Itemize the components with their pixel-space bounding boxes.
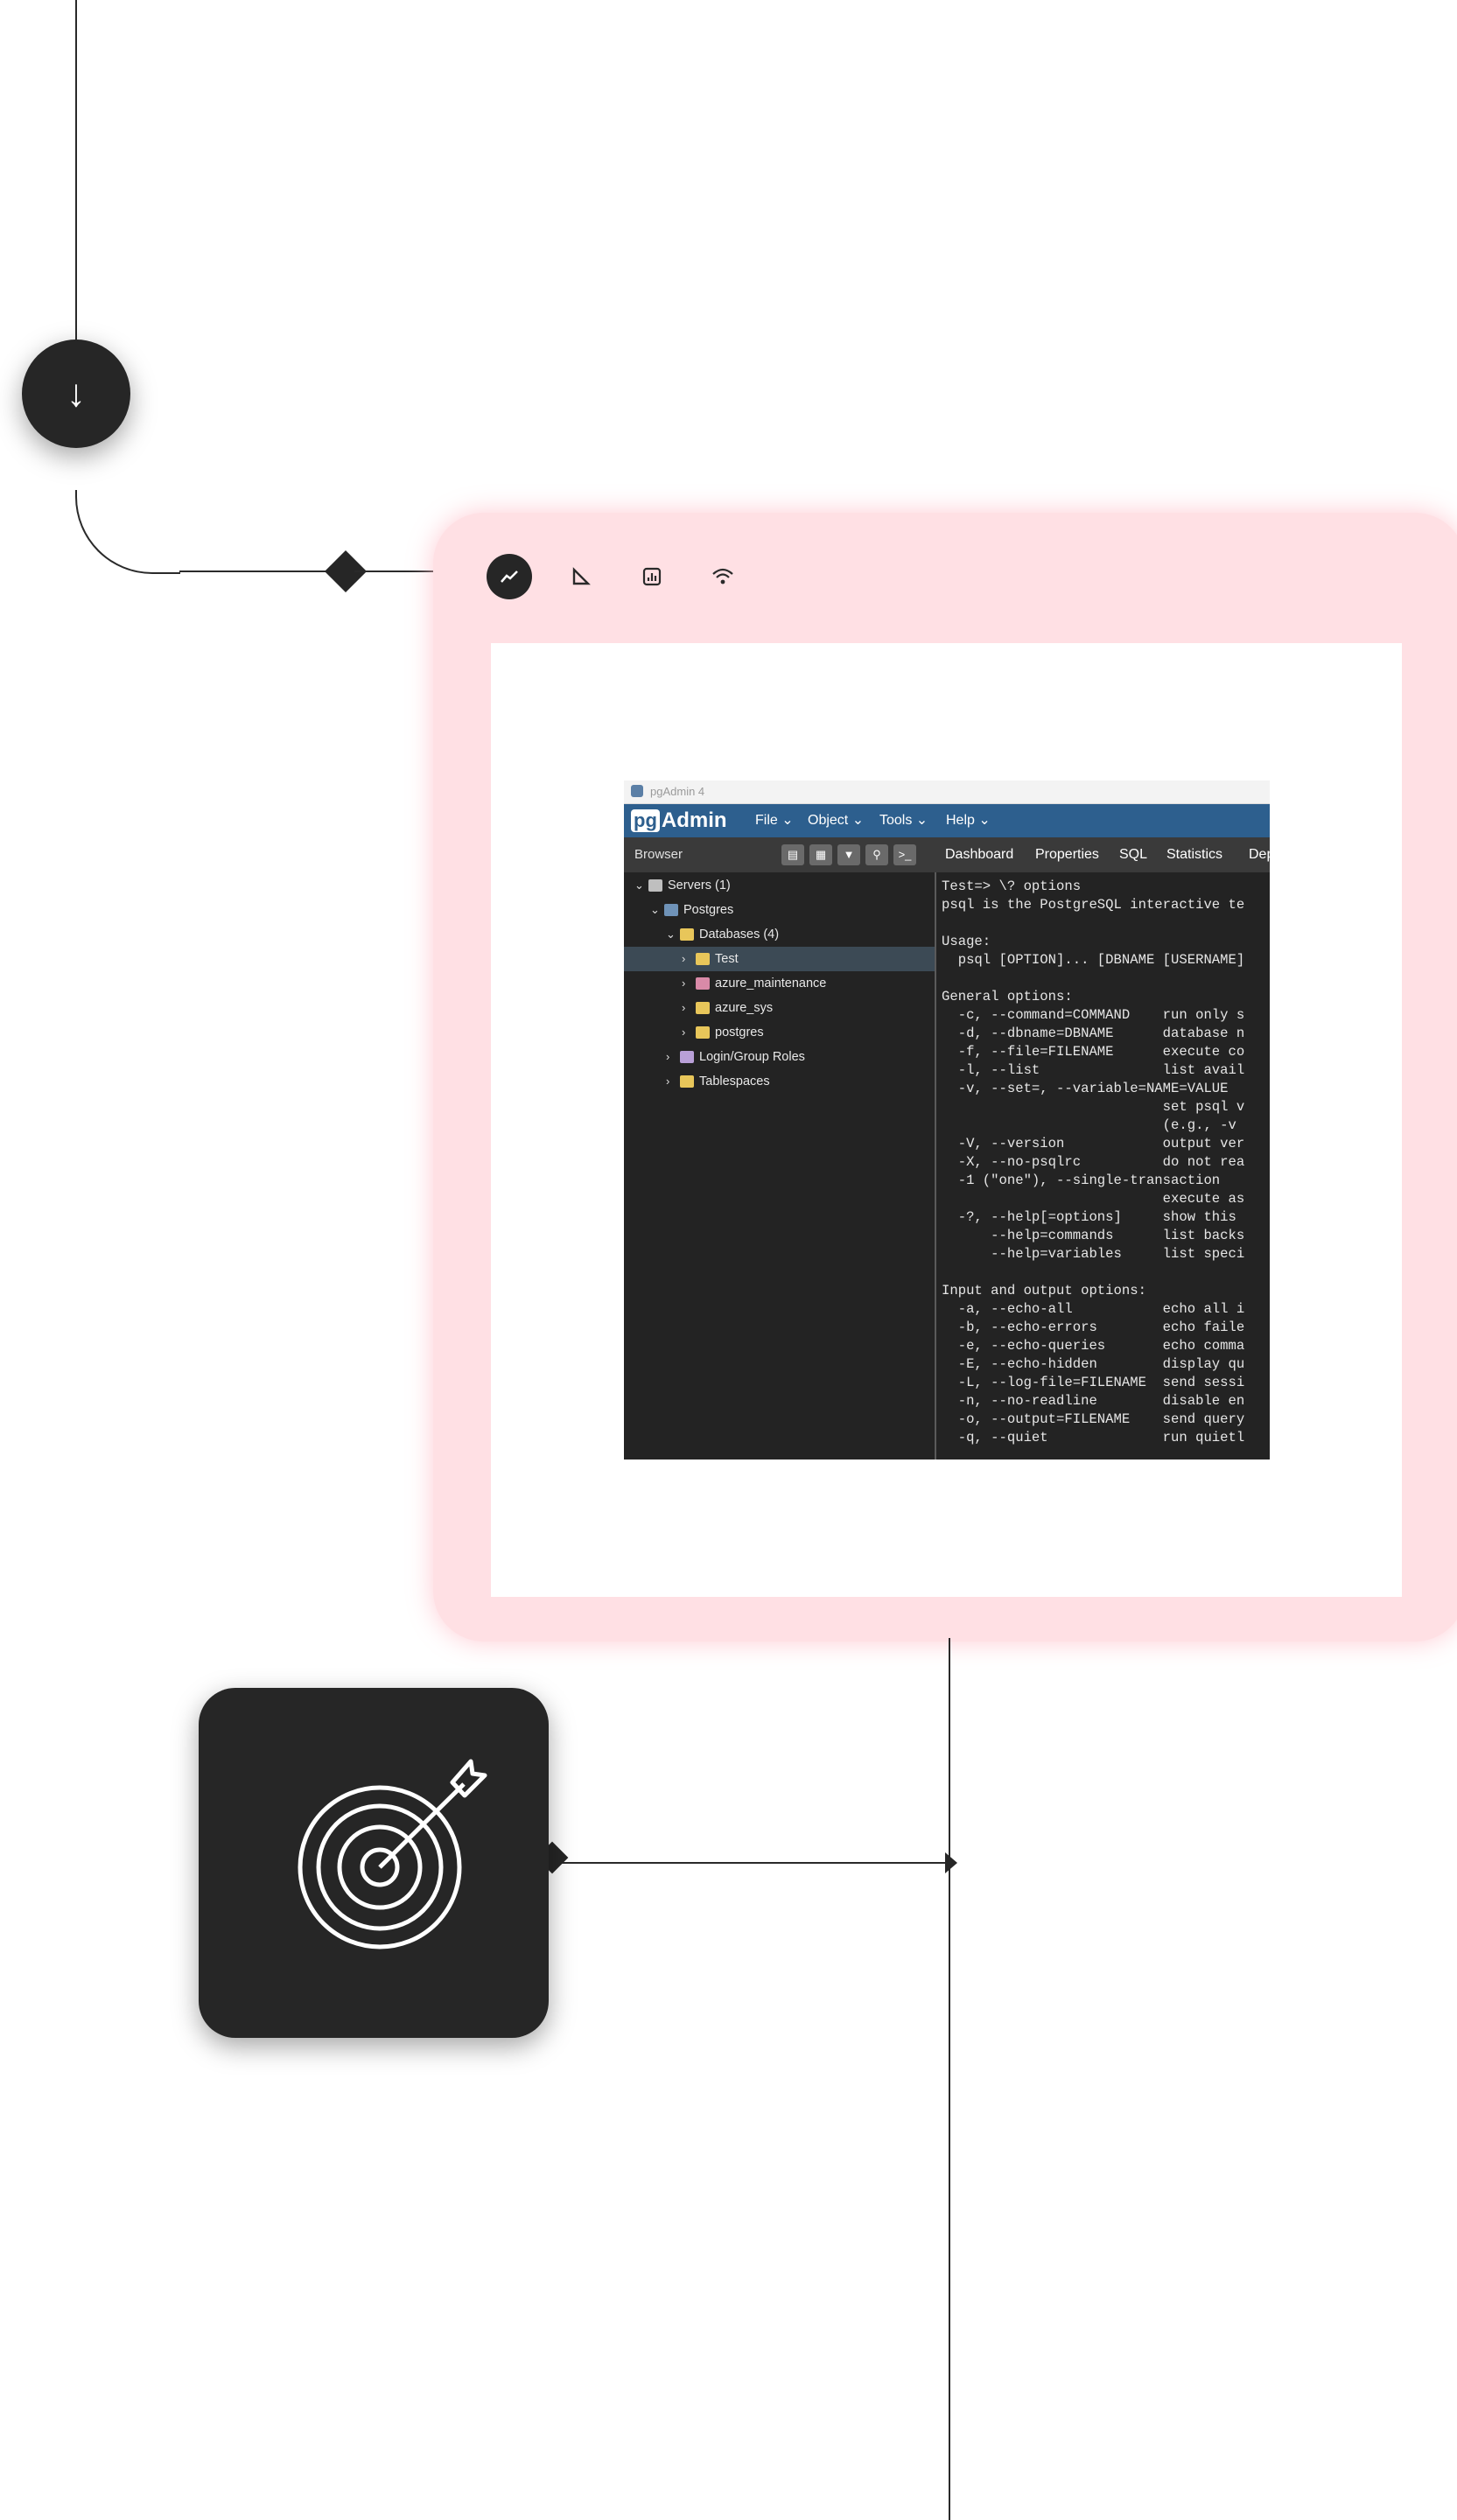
search-tool-button[interactable]: ⚲: [865, 844, 888, 865]
angle-tool-button[interactable]: [557, 554, 603, 599]
table-tool-button[interactable]: ▦: [809, 844, 832, 865]
tree-node-servers[interactable]: ⌄ Servers (1): [634, 873, 731, 898]
chevron-right-icon: ›: [682, 976, 686, 990]
chevron-right-icon: ›: [682, 952, 686, 965]
elephant-icon: [631, 785, 643, 797]
target-card[interactable]: [199, 1688, 549, 2038]
bar-chart-icon: [642, 567, 662, 586]
pgadmin-logo: pg Admin: [631, 808, 727, 834]
triangle-ruler-icon: [572, 567, 591, 585]
tab-statistics[interactable]: Statistics: [1166, 837, 1222, 872]
scroll-down-button[interactable]: ↓: [22, 340, 130, 448]
top-connector-line: [75, 0, 77, 341]
window-titlebar: pgAdmin 4: [624, 780, 1270, 804]
connector-line-to-diamond: [179, 570, 337, 572]
search-icon: ⚲: [872, 848, 881, 861]
menu-bar: pg Admin File ⌄ Object ⌄ Tools ⌄ Help ⌄: [624, 804, 1270, 837]
selected-row-highlight: [624, 947, 935, 971]
vertical-connector-line: [949, 1638, 950, 2520]
databases-icon: [680, 928, 694, 942]
chevron-right-icon: ›: [666, 1050, 670, 1063]
elephant-icon: [664, 904, 678, 917]
tab-properties[interactable]: Properties: [1035, 837, 1099, 872]
console-output: Test=> \? options psql is the PostgreSQL…: [942, 878, 1245, 1446]
arrow-head: [945, 1852, 957, 1873]
database-icon: ▤: [787, 848, 799, 861]
tree-node-login-roles[interactable]: › Login/Group Roles: [666, 1045, 805, 1069]
roles-icon: [680, 1051, 694, 1064]
filter-icon: ▼: [843, 848, 855, 861]
chevron-right-icon: ›: [666, 1074, 670, 1088]
tool-row: Browser ▤ ▦ ▼ ⚲ >_ Dashboard Properties …: [624, 837, 1270, 872]
menu-file[interactable]: File ⌄: [755, 804, 794, 837]
chevron-down-icon: ⌄: [650, 903, 660, 916]
chevron-down-icon: ⌄: [634, 878, 644, 892]
chevron-down-icon: ⌄: [666, 928, 676, 941]
tree-node-tablespaces[interactable]: › Tablespaces: [666, 1069, 770, 1094]
server-group-icon: [648, 879, 662, 892]
connector-line-to-card: [354, 570, 438, 572]
database-icon: [696, 953, 710, 966]
menu-help[interactable]: Help ⌄: [946, 804, 991, 837]
filter-tool-button[interactable]: ▼: [837, 844, 860, 865]
curved-connector: [75, 490, 180, 574]
tree-node-postgres[interactable]: ⌄ Postgres: [650, 898, 733, 922]
chart-tool-button[interactable]: [629, 554, 675, 599]
psql-tool-button[interactable]: >_: [893, 844, 916, 865]
folder-icon: [680, 1075, 694, 1088]
chevron-right-icon: ›: [682, 1001, 686, 1014]
tab-dependencies[interactable]: Dep: [1249, 837, 1270, 872]
tree-node-databases[interactable]: ⌄ Databases (4): [666, 922, 779, 947]
tree-node-postgres-db[interactable]: › postgres: [682, 1020, 764, 1045]
database-tool-button[interactable]: ▤: [781, 844, 804, 865]
psql-console[interactable]: Test=> \? options psql is the PostgreSQL…: [936, 872, 1270, 1460]
tree-node-azure-sys[interactable]: › azure_sys: [682, 996, 773, 1020]
chevron-right-icon: ›: [682, 1026, 686, 1039]
terminal-icon: >_: [898, 848, 912, 861]
trend-line-icon: [501, 570, 518, 583]
target-icon: [298, 1759, 487, 1950]
pgadmin-screenshot: pgAdmin 4 pg Admin File ⌄ Object ⌄ Tools …: [624, 780, 1270, 1460]
database-icon: [696, 1026, 710, 1040]
browser-tree: ⌄ Servers (1) ⌄ Postgres ⌄ Databases (4) › T…: [624, 872, 936, 1460]
tree-node-test[interactable]: › Test: [682, 947, 739, 971]
table-icon: ▦: [815, 848, 827, 861]
trend-tool-button[interactable]: [487, 554, 532, 599]
signal-tool-button[interactable]: [700, 554, 746, 599]
tree-node-azure-maintenance[interactable]: › azure_maintenance: [682, 971, 826, 996]
menu-object[interactable]: Object ⌄: [808, 804, 864, 837]
window-title: pgAdmin 4: [650, 785, 705, 798]
browser-label: Browser: [634, 847, 683, 862]
menu-tools[interactable]: Tools ⌄: [879, 804, 928, 837]
database-icon: [696, 977, 710, 990]
arrow-down-icon: ↓: [67, 372, 86, 415]
tab-dashboard[interactable]: Dashboard: [945, 837, 1013, 872]
tab-sql[interactable]: SQL: [1119, 837, 1147, 872]
database-icon: [696, 1002, 710, 1015]
target-connector-line: [560, 1862, 947, 1864]
wifi-icon: [712, 568, 733, 584]
